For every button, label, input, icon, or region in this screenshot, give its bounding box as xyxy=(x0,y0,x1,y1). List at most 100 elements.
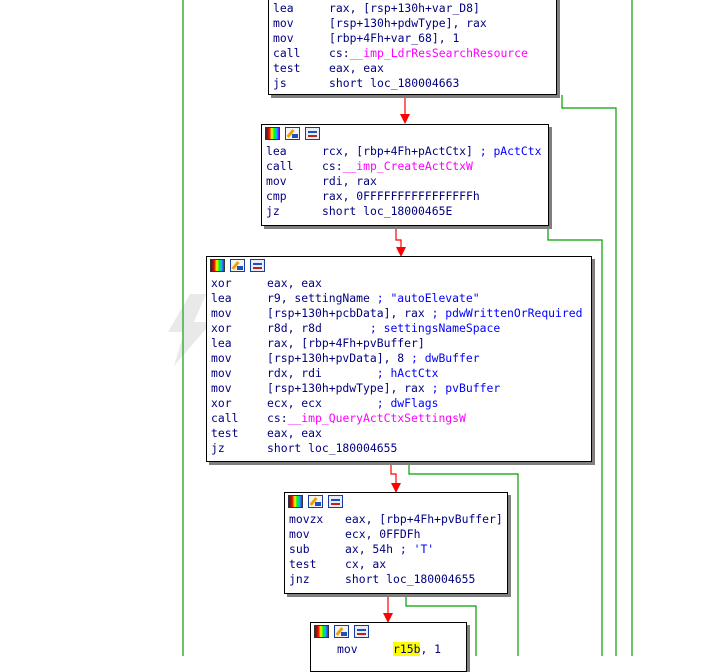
comment: ; pvBuffer xyxy=(431,381,501,395)
operand: rax, [rsp+130h+var_D8] xyxy=(329,1,480,15)
instruction-line[interactable]: call cs:__imp_CreateActCtxW xyxy=(262,159,548,174)
mnemonic: mov xyxy=(337,642,358,656)
block-3-header xyxy=(207,257,591,276)
operand: rcx, [rbp+4Fh+pActCtx] xyxy=(322,144,480,158)
block-2-lines: lea rcx, [rbp+4Fh+pActCtx] ; pActCtx call c… xyxy=(262,144,548,219)
mnemonic: mov xyxy=(211,351,232,365)
instruction-line[interactable]: jz short loc_180004655 xyxy=(207,441,591,456)
operand: [rsp+130h+pdwType], rax xyxy=(267,381,432,395)
mnemonic: test xyxy=(273,61,301,75)
operand: eax, eax xyxy=(329,61,384,75)
operand: short loc_180004655 xyxy=(267,441,398,455)
operand: short loc_18000465E xyxy=(322,204,453,218)
mnemonic: xor xyxy=(211,396,232,410)
basic-block-3[interactable]: xor eax, eax lea r9, settingName ; "autoEle… xyxy=(206,256,592,462)
operand: [rsp+130h+pdwType], rax xyxy=(329,16,487,30)
instruction-line[interactable]: mov ecx, 0FFDFh xyxy=(285,527,507,542)
graph-color-icon[interactable] xyxy=(288,495,303,508)
instruction-line[interactable]: mov [rsp+130h+pcbData], rax ; pdwWrittenO… xyxy=(207,306,591,321)
instruction-line[interactable]: lea rax, [rbp+4Fh+pvBuffer] xyxy=(207,336,591,351)
operand: eax, eax xyxy=(267,276,322,290)
instruction-line[interactable]: sub ax, 54h ; 'T' xyxy=(285,542,507,557)
comment: ; pdwWrittenOrRequired xyxy=(431,306,583,320)
edit-node-icon[interactable] xyxy=(230,259,245,272)
graph-view-canvas[interactable]: 看雪论坛社区 learax, [rsp+130h+var_D8]mov[rsp+… xyxy=(0,0,726,672)
block-2-header xyxy=(262,125,548,144)
edge-block3-to-block4 xyxy=(390,462,397,486)
mnemonic: sub xyxy=(289,542,310,556)
comment: ; pActCtx xyxy=(479,144,542,158)
basic-block-1[interactable]: lea rax, [rsp+130h+var_D8] mov [rsp+130h+pd… xyxy=(268,0,557,95)
xref-icon[interactable] xyxy=(250,259,265,272)
operand: rdx, rdi xyxy=(267,366,377,380)
instruction-line[interactable]: test eax, eax xyxy=(207,426,591,441)
mnemonic: lea xyxy=(266,144,287,158)
instruction-line[interactable]: mov rdi, rax xyxy=(262,174,548,189)
instruction-line[interactable]: jnz short loc_180004655 xyxy=(285,572,507,587)
graph-color-icon[interactable] xyxy=(210,259,225,272)
instruction-line[interactable]: cmp rax, 0FFFFFFFFFFFFFFFFh xyxy=(262,189,548,204)
edit-node-icon[interactable] xyxy=(285,127,300,140)
xref-icon[interactable] xyxy=(305,127,320,140)
edit-node-icon[interactable] xyxy=(308,495,323,508)
instruction-line[interactable]: mov [rsp+130h+pdwType], rax ; pvBuffer xyxy=(207,381,591,396)
operand: [rbp+4Fh+var_68], 1 xyxy=(329,31,460,45)
operand: rax, 0FFFFFFFFFFFFFFFFh xyxy=(322,189,480,203)
block-4-header xyxy=(285,493,507,512)
block-3-lines: xor eax, eax lea r9, settingName ; "autoEle… xyxy=(207,276,591,456)
operand: eax, [rbp+4Fh+pvBuffer] xyxy=(345,512,503,526)
symbol-reference[interactable]: __imp_QueryActCtxSettingsW xyxy=(288,411,466,425)
xref-icon[interactable] xyxy=(354,625,369,638)
instruction-line[interactable]: mov [rsp+130h+pdwType], rax xyxy=(269,16,556,31)
operand: eax, eax xyxy=(267,426,322,440)
mnemonic: mov xyxy=(273,31,294,45)
operand: ax, 54h xyxy=(345,542,400,556)
operand: cx, ax xyxy=(345,557,387,571)
instruction-line[interactable]: lea rcx, [rbp+4Fh+pActCtx] ; pActCtx xyxy=(262,144,548,159)
operand: short loc_180004655 xyxy=(345,572,476,586)
instruction-line[interactable]: xor r8d, r8d ; settingsNameSpace xyxy=(207,321,591,336)
instruction-line[interactable]: mov [rbp+4Fh+var_68], 1 xyxy=(269,31,556,46)
basic-block-4[interactable]: movzx eax, [rbp+4Fh+pvBuffer] mov ecx, 0FFD… xyxy=(284,492,508,594)
graph-color-icon[interactable] xyxy=(314,625,329,638)
symbol-reference[interactable]: __imp_CreateActCtxW xyxy=(343,159,473,173)
operand: cs: xyxy=(267,411,288,425)
mnemonic: mov xyxy=(211,381,232,395)
highlighted-operand[interactable]: r15b xyxy=(393,642,421,656)
instruction-line[interactable]: lea rax, [rsp+130h+var_D8] xyxy=(269,1,556,16)
basic-block-5[interactable]: mov r15b, 1 xyxy=(310,622,467,672)
instruction-line[interactable]: test eax, eax xyxy=(269,61,556,76)
mnemonic: test xyxy=(211,426,239,440)
mnemonic: jz xyxy=(266,204,280,218)
instruction-line[interactable]: mov rdx, rdi ; hActCtx xyxy=(207,366,591,381)
mnemonic: mov xyxy=(266,174,287,188)
instruction-line[interactable]: call cs:__imp_LdrResSearchResource xyxy=(269,46,556,61)
instruction-line[interactable]: xor ecx, ecx ; dwFlags xyxy=(207,396,591,411)
operand: [rsp+130h+pcbData], rax xyxy=(267,306,432,320)
operand: ecx, 0FFDFh xyxy=(345,527,421,541)
mnemonic: call xyxy=(211,411,239,425)
basic-block-2[interactable]: lea rcx, [rbp+4Fh+pActCtx] ; pActCtx call c… xyxy=(261,124,549,226)
instruction-line[interactable]: xor eax, eax xyxy=(207,276,591,291)
mnemonic: xor xyxy=(211,276,232,290)
operand: short loc_180004663 xyxy=(329,76,460,90)
operand: , 1 xyxy=(420,642,442,656)
comment: ; 'T' xyxy=(399,542,435,556)
xref-icon[interactable] xyxy=(328,495,343,508)
instruction-line[interactable]: call cs:__imp_QueryActCtxSettingsW xyxy=(207,411,591,426)
mnemonic: call xyxy=(266,159,294,173)
operand: cs: xyxy=(322,159,343,173)
edit-node-icon[interactable] xyxy=(334,625,349,638)
mnemonic: lea xyxy=(211,336,232,350)
symbol-reference[interactable]: __imp_LdrResSearchResource xyxy=(350,46,528,60)
instruction-line[interactable]: mov [rsp+130h+pvData], 8 ; dwBuffer xyxy=(207,351,591,366)
graph-color-icon[interactable] xyxy=(265,127,280,140)
instruction-line[interactable]: test cx, ax xyxy=(285,557,507,572)
instruction-line[interactable]: mov r15b, 1 xyxy=(333,642,466,657)
instruction-line[interactable]: js short loc_180004663 xyxy=(269,76,556,91)
instruction-line[interactable]: jz short loc_18000465E xyxy=(262,204,548,219)
instruction-line[interactable]: movzx eax, [rbp+4Fh+pvBuffer] xyxy=(285,512,507,527)
mnemonic: cmp xyxy=(266,189,287,203)
mnemonic: mov xyxy=(273,16,294,30)
instruction-line[interactable]: lea r9, settingName ; "autoElevate" xyxy=(207,291,591,306)
